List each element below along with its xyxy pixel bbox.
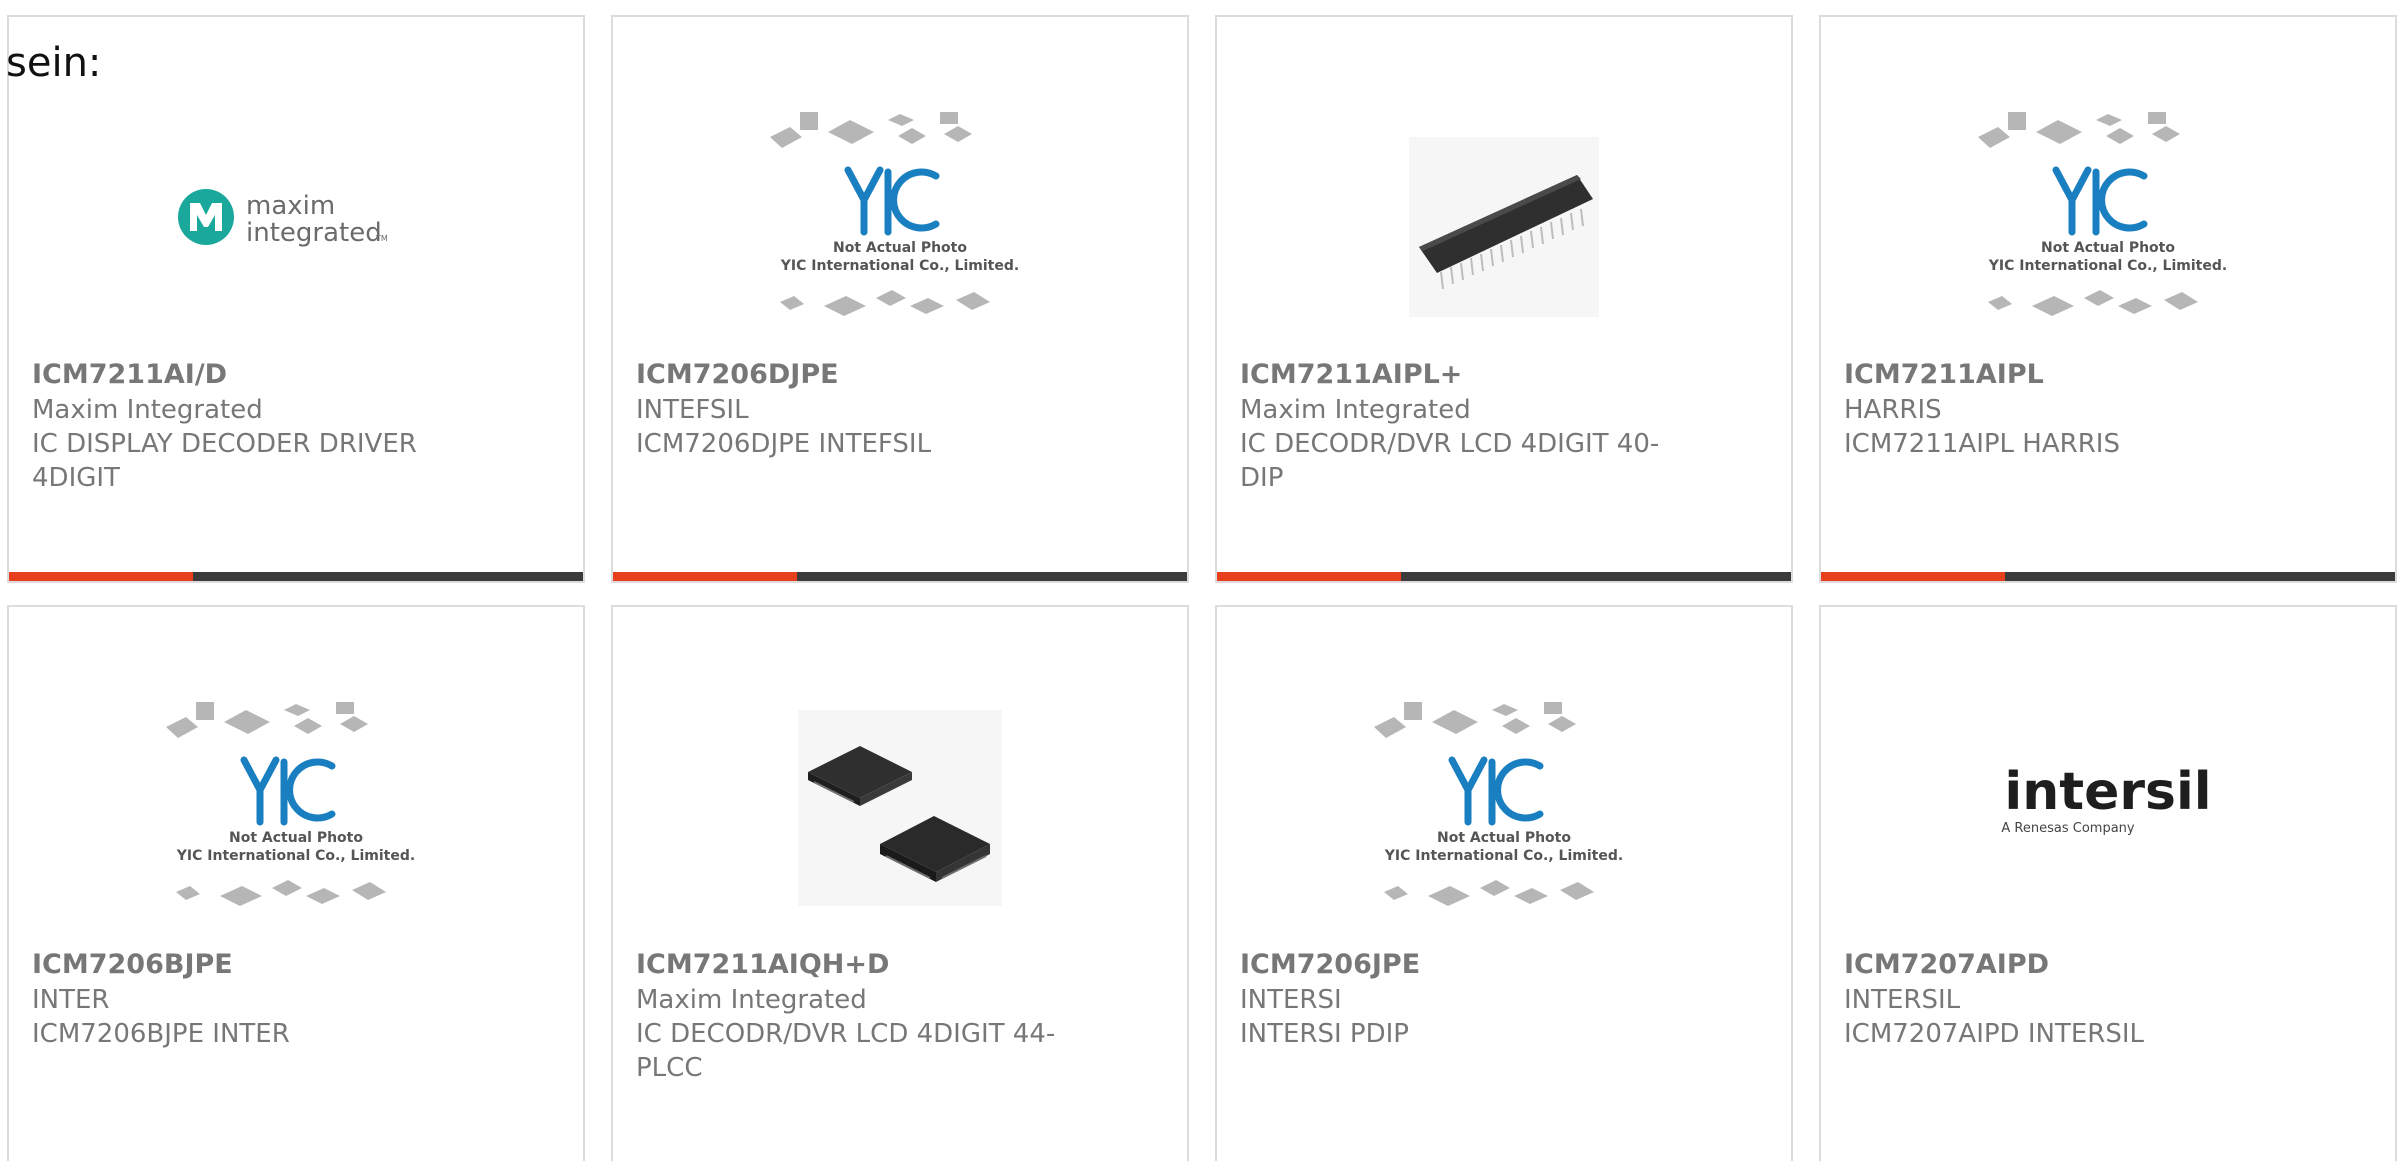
description: ICM7206DJPE INTEFSIL bbox=[636, 429, 932, 459]
svg-text:TM: TM bbox=[375, 234, 388, 243]
part-number[interactable]: ICM7211AI/D bbox=[32, 357, 452, 393]
product-image bbox=[613, 657, 1187, 957]
part-number[interactable]: ICM7207AIPD bbox=[1844, 947, 2264, 983]
description: ICM7207AIPD INTERSIL bbox=[1844, 1019, 2144, 1049]
description: ICM7206BJPE INTER bbox=[32, 1019, 290, 1049]
part-number[interactable]: ICM7211AIPL+ bbox=[1240, 357, 1660, 393]
product-image: Not Actual Photo YIC International Co., … bbox=[1821, 67, 2395, 367]
yic-placeholder-image: Not Actual Photo YIC International Co., … bbox=[1978, 112, 2227, 316]
yic-placeholder-image: Not Actual Photo YIC International Co., … bbox=[166, 702, 415, 906]
plcc-chip-photo bbox=[798, 710, 1002, 906]
product-image: intersil A Renesas Company bbox=[1821, 657, 2395, 957]
maxim-logo: maxim integrated TM bbox=[178, 189, 388, 248]
card-bar-accent bbox=[1821, 572, 2005, 581]
product-card[interactable]: Not Actual Photo YIC International Co., … bbox=[611, 15, 1189, 583]
manufacturer: INTER bbox=[32, 985, 110, 1015]
svg-text:Not Actual Photo: Not Actual Photo bbox=[229, 830, 363, 846]
product-card[interactable]: intersil A Renesas Company ICM7207AIPD I… bbox=[1819, 605, 2397, 1161]
manufacturer: Maxim Integrated bbox=[1240, 395, 1471, 425]
yic-placeholder-image: Not Actual Photo YIC International Co., … bbox=[1374, 702, 1623, 906]
product-image: Not Actual Photo YIC International Co., … bbox=[1217, 657, 1791, 957]
svg-text:YIC International Co., Limited: YIC International Co., Limited. bbox=[176, 848, 415, 864]
manufacturer: Maxim Integrated bbox=[636, 985, 867, 1015]
card-bar bbox=[613, 572, 1187, 581]
manufacturer: INTERSI bbox=[1240, 985, 1342, 1015]
dip-chip-photo bbox=[1409, 137, 1599, 317]
svg-text:maxim: maxim bbox=[246, 191, 335, 221]
description: ICM7211AIPL HARRIS bbox=[1844, 429, 2120, 459]
manufacturer: INTEFSIL bbox=[636, 395, 749, 425]
description: IC DECODR/DVR LCD 4DIGIT 40-DIP bbox=[1240, 429, 1660, 493]
card-bar bbox=[9, 572, 583, 581]
manufacturer: INTERSIL bbox=[1844, 985, 1961, 1015]
part-number[interactable]: ICM7211AIPL bbox=[1844, 357, 2264, 393]
svg-text:Not Actual Photo: Not Actual Photo bbox=[2041, 240, 2175, 256]
card-bar bbox=[1217, 572, 1791, 581]
svg-text:YIC International Co., Limited: YIC International Co., Limited. bbox=[1384, 848, 1623, 864]
part-number[interactable]: ICM7211AIQH+D bbox=[636, 947, 1056, 983]
svg-text:Not Actual Photo: Not Actual Photo bbox=[1437, 830, 1571, 846]
svg-text:A Renesas Company: A Renesas Company bbox=[2001, 821, 2135, 836]
svg-text:intersil: intersil bbox=[2004, 762, 2211, 822]
part-number[interactable]: ICM7206BJPE bbox=[32, 947, 452, 983]
intro-text: sein: bbox=[6, 40, 102, 86]
description: IC DISPLAY DECODER DRIVER 4DIGIT bbox=[32, 429, 417, 493]
part-number[interactable]: ICM7206JPE bbox=[1240, 947, 1660, 983]
svg-text:YIC International Co., Limited: YIC International Co., Limited. bbox=[780, 258, 1019, 274]
product-card[interactable]: Not Actual Photo YIC International Co., … bbox=[7, 605, 585, 1161]
product-card[interactable]: ICM7211AIQH+D Maxim Integrated IC DECODR… bbox=[611, 605, 1189, 1161]
product-card[interactable]: maxim integrated TM ICM7211AI/D Maxim In… bbox=[7, 15, 585, 583]
card-bar bbox=[1821, 572, 2395, 581]
description: IC DECODR/DVR LCD 4DIGIT 44-PLCC bbox=[636, 1019, 1056, 1083]
product-card[interactable]: Not Actual Photo YIC International Co., … bbox=[1819, 15, 2397, 583]
product-image bbox=[1217, 67, 1791, 367]
card-bar-accent bbox=[613, 572, 797, 581]
product-card[interactable]: ICM7211AIPL+ Maxim Integrated IC DECODR/… bbox=[1215, 15, 1793, 583]
product-grid: maxim integrated TM ICM7211AI/D Maxim In… bbox=[7, 15, 2400, 1161]
manufacturer: Maxim Integrated bbox=[32, 395, 263, 425]
svg-text:Not Actual Photo: Not Actual Photo bbox=[833, 240, 967, 256]
svg-text:integrated: integrated bbox=[246, 218, 382, 248]
part-number[interactable]: ICM7206DJPE bbox=[636, 357, 1056, 393]
svg-text:YIC International Co., Limited: YIC International Co., Limited. bbox=[1988, 258, 2227, 274]
page: sein: maxim integrated TM ICM7211AI/D Ma… bbox=[0, 0, 2400, 1161]
product-image: Not Actual Photo YIC International Co., … bbox=[613, 67, 1187, 367]
manufacturer: HARRIS bbox=[1844, 395, 1942, 425]
card-bar-accent bbox=[9, 572, 193, 581]
description: INTERSI PDIP bbox=[1240, 1019, 1409, 1049]
product-card[interactable]: Not Actual Photo YIC International Co., … bbox=[1215, 605, 1793, 1161]
yic-placeholder-image: Not Actual Photo YIC International Co., … bbox=[770, 112, 1019, 316]
product-image: maxim integrated TM bbox=[9, 67, 583, 367]
product-image: Not Actual Photo YIC International Co., … bbox=[9, 657, 583, 957]
card-bar-accent bbox=[1217, 572, 1401, 581]
intersil-logo: intersil A Renesas Company bbox=[2001, 762, 2211, 836]
